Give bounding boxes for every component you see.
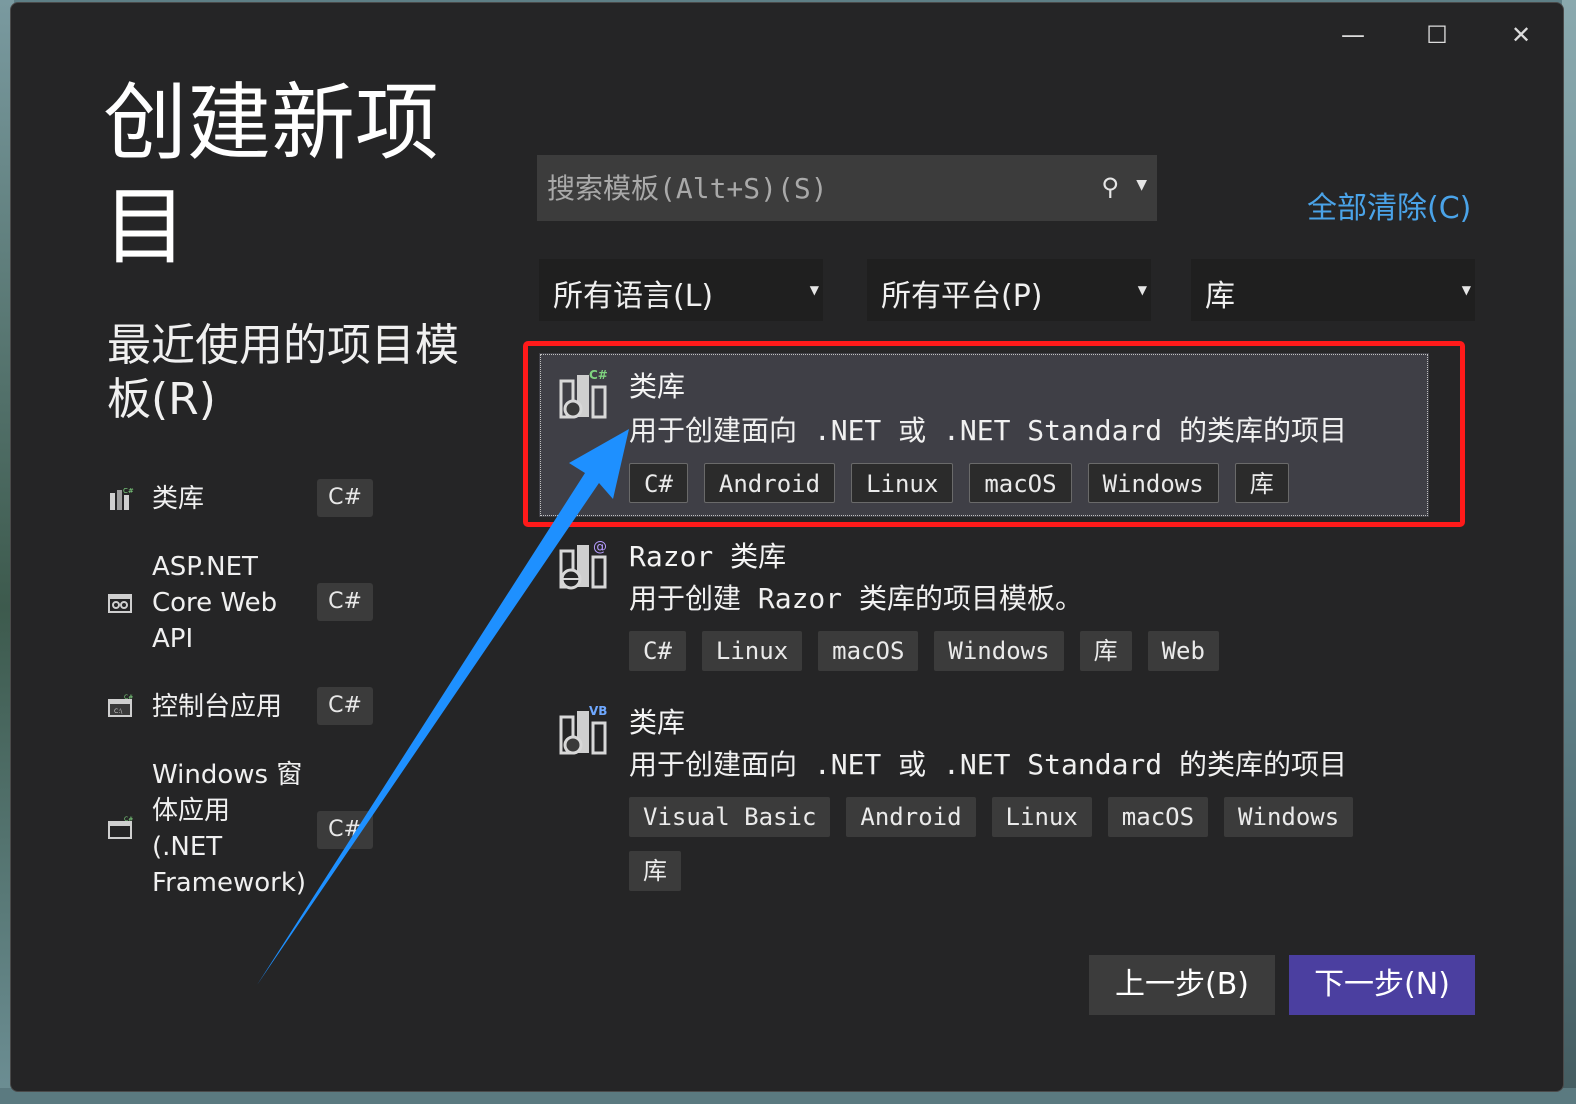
create-project-dialog: — ☐ ✕ 创建新项 目 最近使用的项目模 板(R) C# 类库 C# ASP.… [10, 2, 1564, 1092]
annotation-arrow-icon [257, 429, 629, 985]
desktop-background-right [1562, 0, 1576, 1104]
